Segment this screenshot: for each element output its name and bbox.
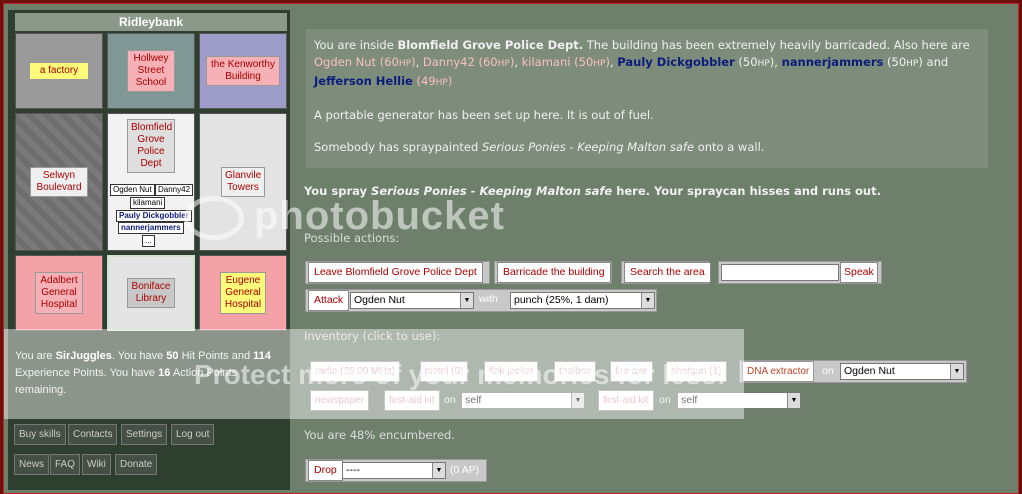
on-label: on xyxy=(659,394,671,406)
dna-target-select[interactable]: Ogden Nut ▼ xyxy=(840,363,964,380)
player-link[interactable]: Ogden Nut (60HP) xyxy=(314,55,416,69)
chevron-down-icon: ▼ xyxy=(950,364,963,379)
on-label: on xyxy=(822,365,834,377)
graffiti-note: Somebody has spraypainted Serious Ponies… xyxy=(314,140,765,154)
experience-points: 114 xyxy=(253,350,271,362)
inventory-item-toolbox[interactable]: toolbox xyxy=(554,361,597,382)
chevron-down-icon: ▼ xyxy=(641,293,654,308)
faq-button[interactable]: FAQ xyxy=(50,454,81,475)
map-button-adalbert-hospital[interactable]: Adalbert General Hospital xyxy=(35,272,83,314)
action-points: 16 xyxy=(158,367,171,379)
hit-points: 50 xyxy=(166,350,179,362)
inventory-item-fire-axe[interactable]: fire axe xyxy=(610,361,653,382)
map-button-kenworthy[interactable]: the Kenworthy Building xyxy=(206,56,280,86)
encumbrance-text: You are 48% encumbered. xyxy=(304,428,456,442)
first-aid-kit-button[interactable]: first-aid kit xyxy=(384,390,440,411)
with-label: with xyxy=(479,293,498,305)
map-button-factory[interactable]: a factory xyxy=(29,62,89,80)
map-cell-boniface-library: Boniface Library xyxy=(107,255,195,331)
player-link[interactable]: nannerjammers xyxy=(782,55,884,69)
speak-button[interactable]: Speak xyxy=(840,262,878,283)
search-area-button[interactable]: Search the area xyxy=(624,262,711,283)
first-aid-target-select[interactable]: self ▼ xyxy=(461,392,585,409)
dna-extractor-button[interactable]: DNA extractor xyxy=(742,361,815,382)
inventory-item-flak-jacket[interactable]: flak jacket xyxy=(484,361,539,382)
inventory-item-pistol[interactable]: pistol (0) xyxy=(420,361,469,382)
map-button-selwyn[interactable]: Selwyn Boulevard xyxy=(30,167,88,197)
occupant-tag: nannerjammers xyxy=(118,222,184,234)
buy-skills-button[interactable]: Buy skills xyxy=(14,424,66,445)
inventory-item-radio[interactable]: radio (26.00 MHz) xyxy=(310,361,401,382)
drop-cost-label: (0 AP) xyxy=(450,464,480,476)
attack-button[interactable]: Attack xyxy=(308,290,350,311)
occupant-tag: Danny42 xyxy=(155,184,194,196)
chevron-down-icon: ▼ xyxy=(460,293,473,308)
map-cell-factory: a factory xyxy=(15,33,103,109)
building-name: Blomfield Grove Police Dept. xyxy=(397,38,584,52)
map-button-hollwey-school[interactable]: Hollwey Street School xyxy=(127,50,175,92)
wiki-button[interactable]: Wiki xyxy=(82,454,111,475)
player-link[interactable]: kilamani (50HP) xyxy=(522,55,610,69)
attack-target-select[interactable]: Ogden Nut ▼ xyxy=(350,292,474,309)
drop-button[interactable]: Drop xyxy=(308,460,343,481)
map-cell-selwyn: Selwyn Boulevard xyxy=(15,113,103,251)
possible-actions-heading: Possible actions: xyxy=(304,231,400,245)
occupant-tag: Pauly Dickgobbler xyxy=(116,210,192,222)
settings-button[interactable]: Settings xyxy=(121,424,168,445)
map-cell-hollwey-school: Hollwey Street School xyxy=(107,33,195,109)
player-link[interactable]: Danny42 (60HP) xyxy=(423,55,514,69)
map-button-glanvile[interactable]: Glanvile Towers xyxy=(221,167,265,197)
occupant-tag: Ogden Nut xyxy=(110,184,155,196)
drop-item-select[interactable]: ---- ▼ xyxy=(342,462,446,479)
map-current-building: Blomfield Grove Police Dept xyxy=(127,119,175,173)
first-aid-kit-button[interactable]: first-aid kit xyxy=(598,390,654,411)
contacts-button[interactable]: Contacts xyxy=(68,424,118,445)
map-button-boniface-library[interactable]: Boniface Library xyxy=(127,278,175,308)
player-status: You are SirJuggles. You have 50 Hit Poin… xyxy=(15,350,271,396)
donate-button[interactable]: Donate xyxy=(115,454,158,475)
chevron-down-icon: ▼ xyxy=(432,463,445,478)
left-panel: Ridleybank a factory Hollwey Street Scho… xyxy=(8,10,290,490)
suburb-title: Ridleybank xyxy=(15,13,287,31)
first-aid-target-select[interactable]: self ▼ xyxy=(677,392,801,409)
location-description: You are inside Blomfield Grove Police De… xyxy=(306,29,988,168)
map-cell-eugene-hospital: Eugene General Hospital xyxy=(199,255,287,331)
player-name: SirJuggles xyxy=(55,350,112,362)
chevron-down-icon: ▼ xyxy=(787,393,800,408)
weapon-select[interactable]: punch (25%, 1 dam) ▼ xyxy=(510,292,655,309)
player-link[interactable]: Jefferson Hellie xyxy=(314,74,413,88)
chevron-down-icon: ▼ xyxy=(571,393,584,408)
news-button[interactable]: News xyxy=(14,454,50,475)
game-frame: Ridleybank a factory Hollwey Street Scho… xyxy=(3,3,1019,494)
barricade-button[interactable]: Barricade the building xyxy=(497,262,611,283)
map-cell-kenworthy: the Kenworthy Building xyxy=(199,33,287,109)
leave-building-button[interactable]: Leave Blomfield Grove Police Dept xyxy=(308,262,483,283)
inventory-item-shotgun[interactable]: shotgun (1) xyxy=(666,361,727,382)
player-link[interactable]: Pauly Dickgobbler xyxy=(617,55,734,69)
inventory-heading: Inventory (click to use): xyxy=(304,329,441,343)
map-cell-adalbert-hospital: Adalbert General Hospital xyxy=(15,255,103,331)
map-cell-current-location: Blomfield Grove Police Dept Ogden Nut Da… xyxy=(107,113,195,251)
occupant-more: ... xyxy=(142,235,155,247)
map-grid: a factory Hollwey Street School the Kenw… xyxy=(15,33,287,331)
occupant-tag: kilamani xyxy=(130,197,166,209)
action-result-message: You spray Serious Ponies - Keeping Malto… xyxy=(304,184,881,198)
map-cell-glanvile: Glanvile Towers xyxy=(199,113,287,251)
map-button-eugene-hospital[interactable]: Eugene General Hospital xyxy=(220,272,266,314)
on-label: on xyxy=(444,394,456,406)
inventory-item-newspaper[interactable]: newspaper xyxy=(310,390,369,411)
speak-input[interactable] xyxy=(721,264,839,281)
generator-note: A portable generator has been set up her… xyxy=(314,108,654,122)
log-out-button[interactable]: Log out xyxy=(171,424,215,445)
